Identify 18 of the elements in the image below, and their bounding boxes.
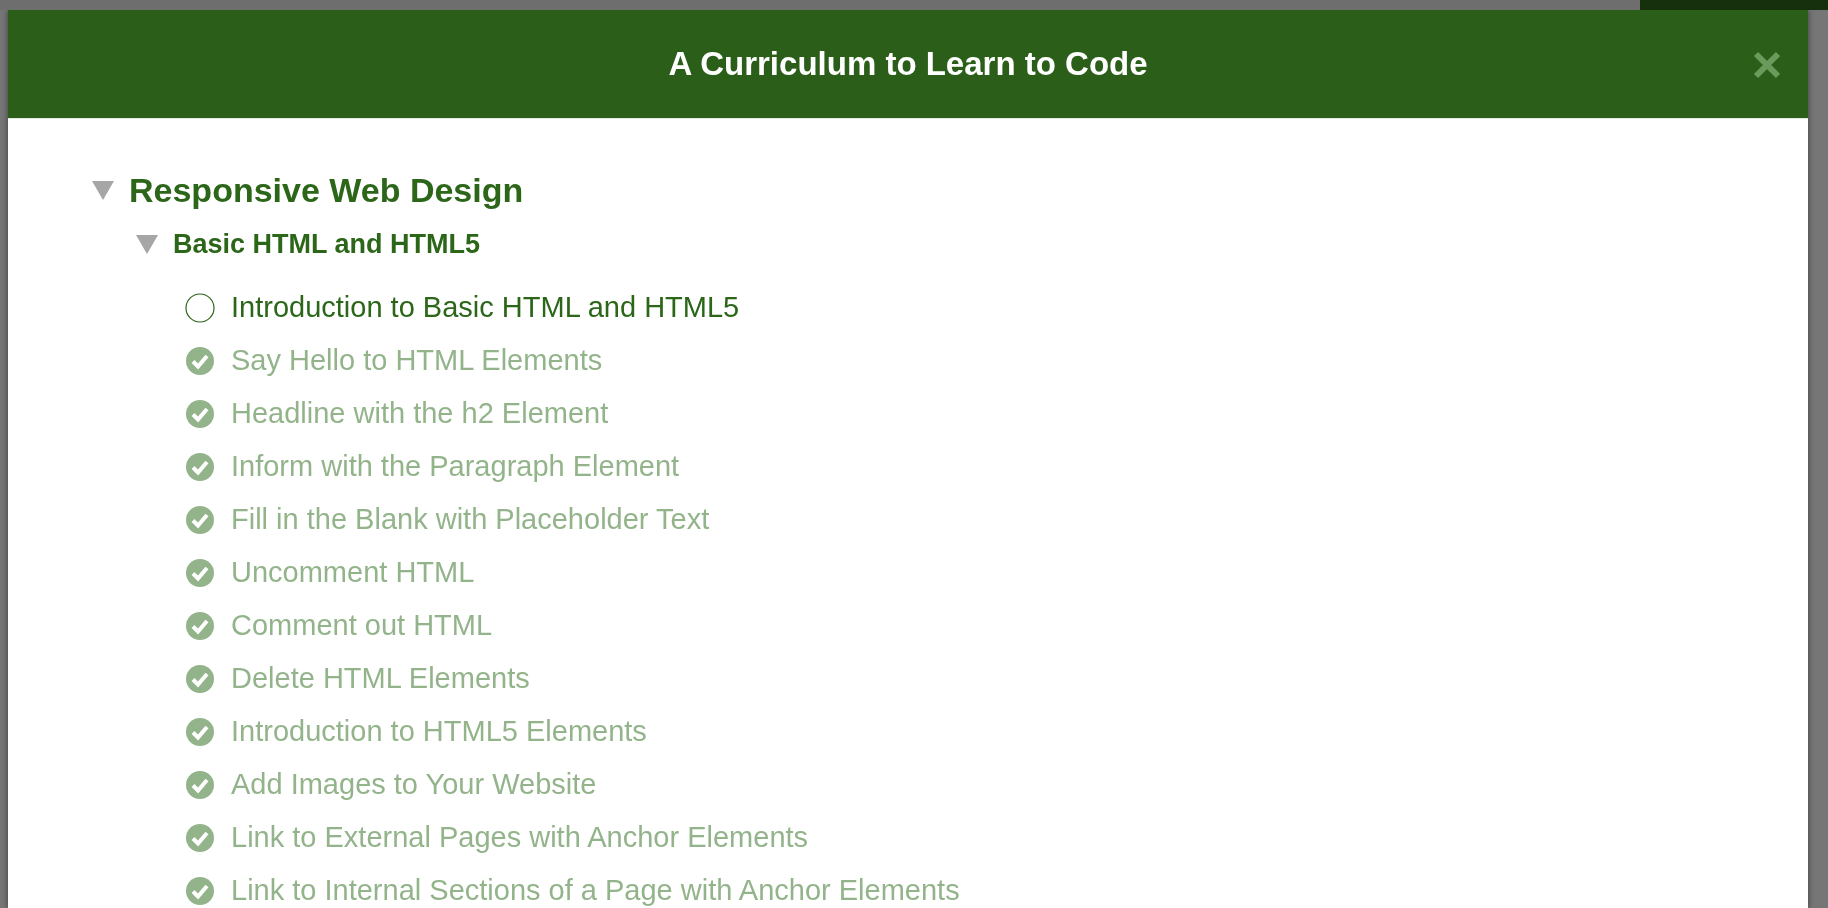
triangle-down-icon[interactable]: [91, 179, 115, 201]
lesson-link[interactable]: Comment out HTML: [231, 609, 493, 642]
triangle-down-icon[interactable]: [135, 233, 159, 255]
section-title[interactable]: Responsive Web Design: [129, 170, 524, 210]
lesson-link[interactable]: Add Images to Your Website: [231, 768, 597, 801]
modal-title: A Curriculum to Learn to Code: [668, 45, 1148, 83]
lesson-link[interactable]: Inform with the Paragraph Element: [231, 450, 680, 483]
lesson-link[interactable]: Link to Internal Sections of a Page with Anchor Elements: [231, 874, 960, 907]
lesson-link[interactable]: Delete HTML Elements: [231, 662, 530, 695]
lesson-link[interactable]: Introduction to HTML5 Elements: [231, 715, 647, 748]
lesson-link[interactable]: Link to External Pages with Anchor Elements: [231, 821, 809, 854]
lesson-link[interactable]: Uncomment HTML: [231, 556, 475, 589]
close-icon[interactable]: [1752, 50, 1782, 80]
lesson-link[interactable]: Fill in the Blank with Placeholder Text: [231, 503, 710, 536]
lesson-link[interactable]: Headline with the h2 Element: [231, 397, 609, 430]
lesson-link[interactable]: Say Hello to HTML Elements: [231, 344, 603, 377]
subsection-title[interactable]: Basic HTML and HTML5: [173, 228, 481, 260]
lesson-link[interactable]: Introduction to Basic HTML and HTML5: [231, 291, 740, 324]
